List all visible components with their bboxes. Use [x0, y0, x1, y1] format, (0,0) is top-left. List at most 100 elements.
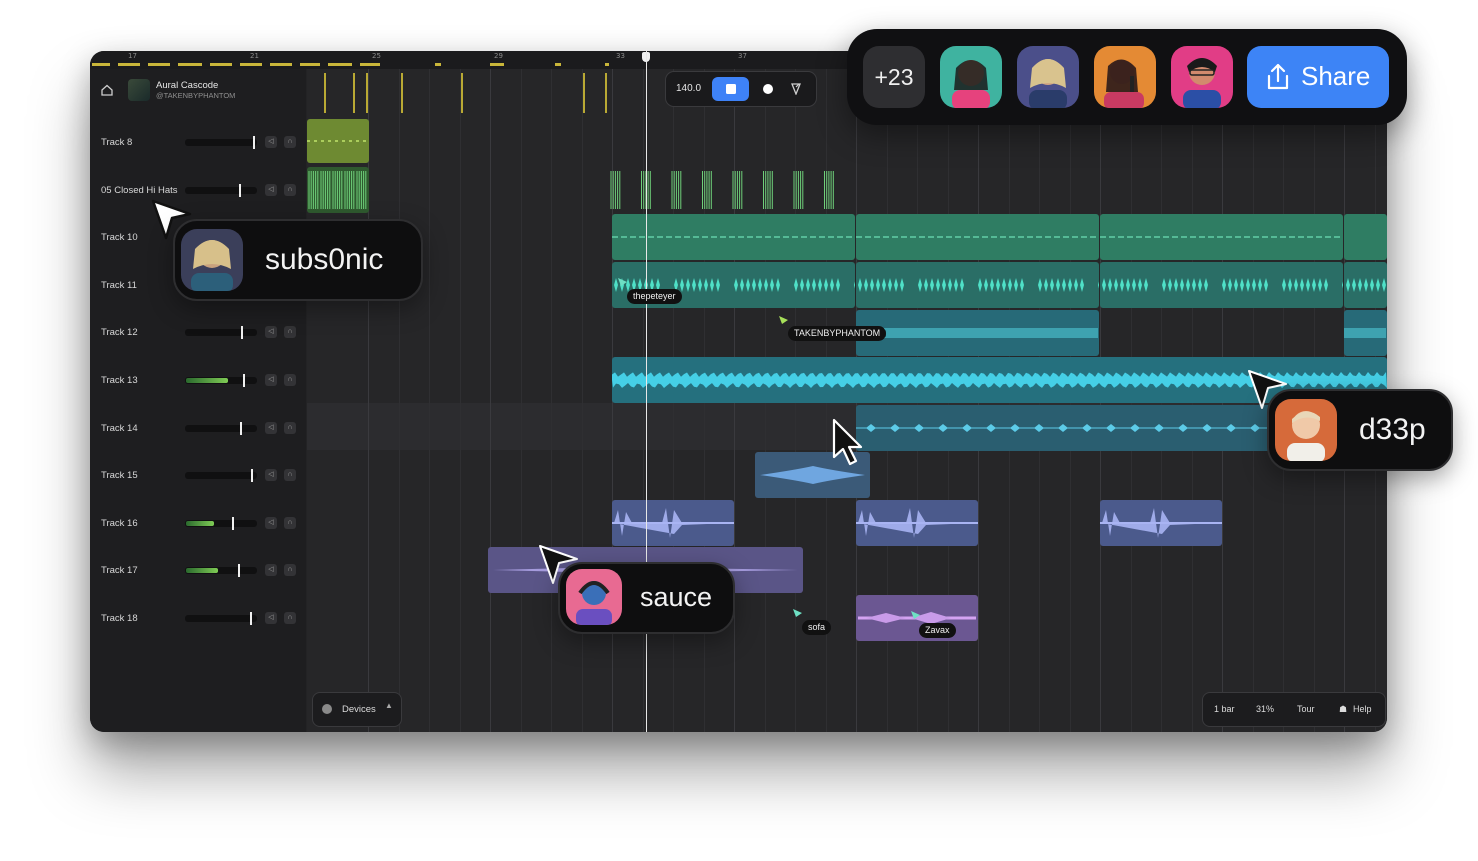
ruler-marker [118, 63, 140, 66]
track-name[interactable]: Track 14 [101, 423, 138, 434]
devices-button[interactable]: Devices ▲ [312, 692, 402, 727]
mute-icon[interactable]: ◁ [265, 183, 277, 196]
track-name[interactable]: Track 13 [101, 375, 138, 386]
mute-icon[interactable]: ◁ [265, 421, 277, 434]
mute-icon[interactable]: ◁ [265, 326, 277, 339]
share-button[interactable]: Share [1247, 46, 1389, 108]
chevron-up-icon: ▲ [385, 701, 393, 710]
audio-clip[interactable] [856, 310, 1099, 356]
record-button[interactable] [763, 84, 773, 94]
track-row[interactable]: Track 13 ◁ ∩ [90, 356, 306, 404]
mute-icon[interactable]: ◁ [265, 612, 277, 624]
grid-line [490, 69, 491, 732]
track-row[interactable]: Track 18 ◁ ∩ [90, 594, 306, 642]
headphones-icon[interactable]: ∩ [284, 421, 296, 434]
volume-fader[interactable] [185, 564, 257, 578]
zoom-level[interactable]: 31% [1256, 704, 1274, 714]
audio-clip[interactable] [612, 500, 734, 546]
track-row[interactable]: Track 15 ◁ ∩ [90, 451, 306, 499]
collaborator-avatar[interactable] [1094, 46, 1156, 108]
ruler-marker [435, 63, 441, 66]
fader-knob[interactable] [243, 374, 245, 387]
volume-fader[interactable] [185, 136, 257, 149]
mute-icon[interactable]: ◁ [265, 564, 277, 577]
volume-fader[interactable] [185, 374, 257, 387]
headphones-icon[interactable]: ∩ [284, 564, 296, 577]
audio-clip[interactable] [307, 167, 369, 213]
headphones-icon[interactable]: ∩ [284, 136, 296, 148]
audio-clip[interactable] [612, 214, 855, 260]
collaborator-avatar[interactable] [1171, 46, 1233, 108]
audio-clip[interactable] [307, 119, 369, 163]
audio-clip[interactable] [1344, 310, 1387, 356]
headphones-icon[interactable]: ∩ [284, 516, 296, 529]
fader-knob[interactable] [241, 326, 243, 340]
snap-setting[interactable]: 1 bar [1214, 704, 1235, 714]
project-artwork [128, 79, 150, 101]
arrangement-grid[interactable] [307, 69, 1387, 732]
track-name[interactable]: Track 10 [101, 232, 138, 243]
headphones-icon[interactable]: ∩ [284, 374, 296, 386]
audio-clip[interactable] [1344, 214, 1387, 260]
mute-icon[interactable]: ◁ [265, 469, 277, 482]
tour-button[interactable]: Tour [1297, 704, 1315, 714]
ruler-marker [270, 63, 292, 66]
fader-knob[interactable] [232, 516, 234, 530]
mute-icon[interactable]: ◁ [265, 136, 277, 148]
home-icon[interactable] [100, 83, 114, 97]
track-name[interactable]: Track 18 [101, 613, 138, 624]
audio-clip[interactable] [856, 214, 1099, 260]
track-name[interactable]: Track 11 [101, 280, 137, 291]
audio-clip[interactable] [856, 262, 1099, 308]
headphones-icon[interactable]: ∩ [284, 469, 296, 482]
bar-number: 37 [738, 52, 747, 60]
track-name[interactable]: Track 8 [101, 137, 132, 148]
track-row[interactable]: Track 17 ◁ ∩ [90, 546, 306, 594]
headphones-icon[interactable]: ∩ [284, 183, 296, 196]
track-row[interactable]: Track 12 ◁ ∩ [90, 308, 306, 356]
track-row[interactable]: Track 8 ◁ ∩ [90, 118, 306, 166]
volume-fader[interactable] [185, 326, 257, 340]
volume-fader[interactable] [185, 469, 257, 483]
mute-icon[interactable]: ◁ [265, 516, 277, 529]
volume-fader[interactable] [185, 612, 257, 625]
help-button[interactable]: Help [1353, 704, 1372, 714]
collaborator-tag: sofa [802, 620, 832, 635]
track-row[interactable]: Track 14 ◁ ∩ [90, 404, 306, 452]
track-row[interactable]: 05 Closed Hi Hats ◁ ∩ [90, 166, 306, 214]
track-name[interactable]: Track 17 [101, 565, 138, 576]
headphones-icon[interactable]: ∩ [284, 326, 296, 339]
volume-fader[interactable] [185, 183, 257, 197]
metronome-icon[interactable] [790, 83, 802, 95]
fader-knob[interactable] [240, 421, 242, 435]
collaborator-avatar[interactable] [1017, 46, 1079, 108]
volume-fader[interactable] [185, 421, 257, 435]
stop-button[interactable] [712, 77, 749, 101]
more-collaborators-button[interactable]: +23 [863, 46, 925, 108]
mute-icon[interactable]: ◁ [265, 374, 277, 386]
volume-fader[interactable] [185, 516, 257, 530]
audio-clip[interactable] [1100, 262, 1343, 308]
bar-number: 29 [494, 52, 503, 60]
audio-clip[interactable] [1344, 262, 1387, 308]
track-name[interactable]: 05 Closed Hi Hats [101, 185, 178, 196]
bpm-display[interactable]: 140.0 [676, 83, 701, 94]
fader-knob[interactable] [253, 136, 255, 149]
headphones-icon[interactable]: ∩ [284, 612, 296, 624]
track-name[interactable]: Track 15 [101, 470, 138, 481]
audio-clip[interactable] [1100, 500, 1222, 546]
fader-knob[interactable] [250, 612, 252, 625]
audio-clip[interactable] [856, 500, 978, 546]
project-header: Aural Cascode @TAKENBYPHANTOM [100, 77, 235, 103]
hihat-hits[interactable] [607, 167, 847, 213]
cursor-icon [779, 316, 788, 324]
collaboration-bar: +23 Share [847, 29, 1407, 125]
track-name[interactable]: Track 16 [101, 518, 138, 529]
audio-clip[interactable] [1100, 214, 1343, 260]
fader-knob[interactable] [238, 564, 240, 578]
fader-knob[interactable] [239, 183, 241, 197]
fader-knob[interactable] [251, 469, 253, 483]
track-name[interactable]: Track 12 [101, 327, 138, 338]
track-row[interactable]: Track 16 ◁ ∩ [90, 499, 306, 547]
collaborator-avatar[interactable] [940, 46, 1002, 108]
